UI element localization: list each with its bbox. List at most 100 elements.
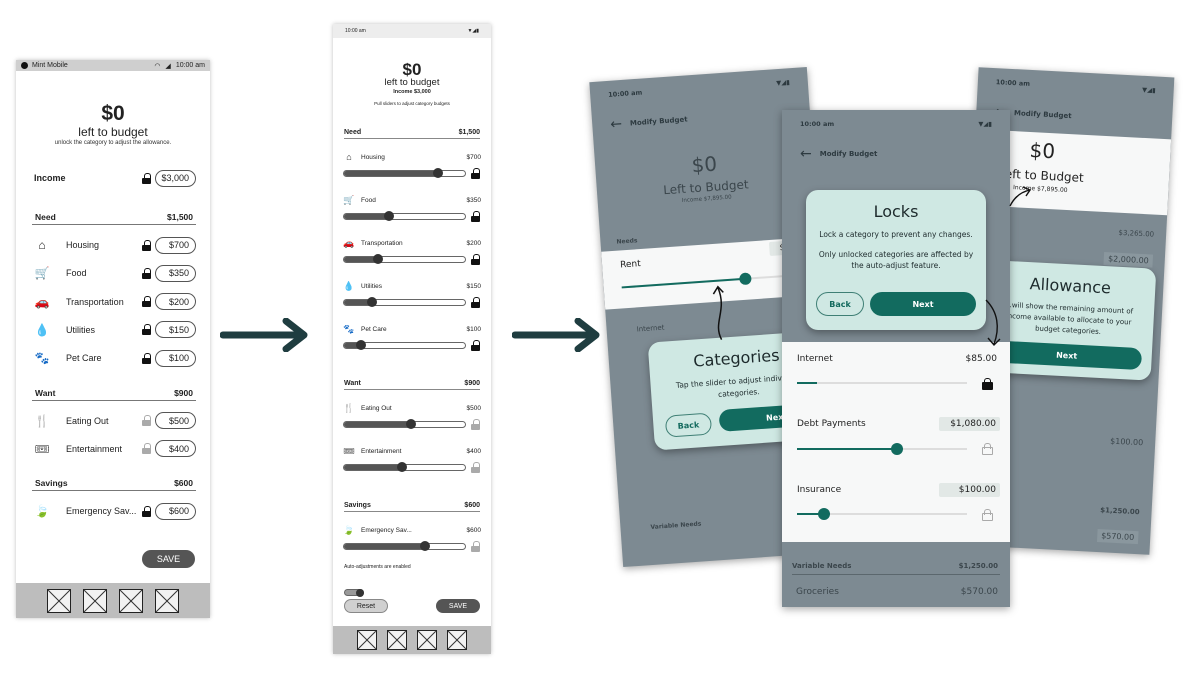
slider-knob[interactable] <box>420 541 431 551</box>
rent-slider-knob[interactable] <box>739 272 752 286</box>
category-slider[interactable] <box>343 211 466 221</box>
category-slider[interactable] <box>343 254 466 264</box>
tooltip-back-button[interactable]: Back <box>664 412 713 438</box>
lock-icon-locked[interactable] <box>471 210 480 222</box>
income-input[interactable]: $3,000 <box>155 169 196 187</box>
tooltip-next-button[interactable]: Next <box>870 292 976 316</box>
debt-payments-slider[interactable] <box>797 443 967 455</box>
lock-icon-unlocked[interactable] <box>471 418 480 430</box>
tooltip-back-button[interactable]: Back <box>816 292 864 316</box>
category-amount-input[interactable]: $600 <box>155 502 196 520</box>
lock-icon-locked[interactable] <box>142 324 151 336</box>
car-icon: 🚗 <box>343 237 355 248</box>
category-amount-input[interactable]: $200 <box>155 293 196 311</box>
slider-knob[interactable] <box>397 462 408 472</box>
category-slider[interactable] <box>343 462 466 472</box>
category-row: 🛒 Food $350 <box>343 194 481 206</box>
tooltip-body-2: Only unlocked categories are affected by… <box>818 249 974 271</box>
water-drop-icon: 💧 <box>34 322 50 337</box>
nav-item-1-image-placeholder-icon[interactable] <box>357 630 377 650</box>
lock-icon-locked[interactable] <box>142 352 151 364</box>
lock-icon-locked[interactable] <box>142 239 151 251</box>
debt-payments-slider-fill <box>797 448 898 450</box>
nav-item-2-image-placeholder-icon[interactable] <box>83 588 107 613</box>
category-amount-input[interactable]: $700 <box>155 236 196 254</box>
slider-knob[interactable] <box>372 254 383 264</box>
section-total: $600 <box>464 502 480 509</box>
category-label: Entertainment <box>361 447 402 455</box>
status-icons: ▼◢▮ <box>1141 85 1156 95</box>
tooltip-title: Allowance <box>1029 274 1112 298</box>
wireframe-screen-lowfi: Mint Mobile ◠ ◢ 10:00 am $0 left to budget… <box>16 60 210 618</box>
lock-icon-unlocked[interactable] <box>142 443 151 455</box>
nav-item-4-image-placeholder-icon[interactable] <box>155 588 179 613</box>
nav-item-1-image-placeholder-icon[interactable] <box>47 588 71 613</box>
category-slider[interactable] <box>343 541 466 551</box>
bottom-nav <box>16 583 210 618</box>
category-amount-input[interactable]: $150 <box>155 321 196 339</box>
tooltip-next-button[interactable]: Next <box>991 340 1143 371</box>
lock-icon-locked[interactable] <box>471 253 480 265</box>
lock-icon-locked[interactable] <box>142 267 151 279</box>
lock-icon-locked[interactable] <box>471 167 480 179</box>
back-arrow-icon[interactable]: ← <box>610 116 623 133</box>
insurance-slider[interactable] <box>797 508 967 520</box>
lock-icon-locked[interactable] <box>471 339 480 351</box>
category-row: 💧 Utilities $150 <box>343 280 481 292</box>
slider-knob[interactable] <box>355 340 366 350</box>
category-amount: $500 <box>466 404 481 412</box>
category-amount: $400 <box>466 447 481 455</box>
category-slider-row <box>343 540 481 552</box>
category-slider[interactable] <box>343 340 466 350</box>
lock-icon-locked[interactable] <box>471 296 480 308</box>
debt-payments-slider-knob[interactable] <box>891 443 904 455</box>
reset-button[interactable]: Reset <box>344 599 388 613</box>
slider-knob[interactable] <box>366 297 377 307</box>
income-row: Income $3,000 <box>34 169 196 187</box>
insurance-amount-input[interactable]: $100.00 <box>939 483 1000 497</box>
lock-icon-unlocked[interactable] <box>471 461 480 473</box>
category-amount-input[interactable]: $100 <box>155 349 196 367</box>
debt-payments-lock-icon-unlocked[interactable] <box>982 443 993 455</box>
hint-text: Pull sliders to adjust category budgets <box>374 101 450 106</box>
lock-icon-locked[interactable] <box>142 296 151 308</box>
status-bar: 10:00 am ▼◢▮ <box>608 78 790 99</box>
category-slider-row <box>343 167 481 179</box>
slider-knob[interactable] <box>383 211 394 221</box>
category-label: Food <box>66 268 87 279</box>
section-total: $900 <box>174 387 193 398</box>
save-button[interactable]: SAVE <box>142 550 195 568</box>
category-slider[interactable] <box>343 297 466 307</box>
category-row: 🍴 Eating Out $500 <box>343 402 481 414</box>
internet-slider[interactable] <box>797 382 967 384</box>
slider-knob[interactable] <box>405 419 416 429</box>
signal-icon: ◢ <box>165 62 171 70</box>
category-label: Entertainment <box>66 443 123 454</box>
nav-item-3-image-placeholder-icon[interactable] <box>119 588 143 613</box>
category-row: 🚗 Transportation $200 <box>34 293 196 311</box>
back-arrow-icon[interactable]: ← <box>800 146 812 162</box>
slider-knob[interactable] <box>433 168 444 178</box>
category-amount-input[interactable]: $400 <box>155 440 196 458</box>
lock-icon[interactable] <box>142 172 151 184</box>
flow-arrow-icon <box>512 318 600 352</box>
save-button[interactable]: SAVE <box>436 599 480 613</box>
nav-item-4-image-placeholder-icon[interactable] <box>447 630 467 650</box>
slider-fill <box>344 543 426 549</box>
category-amount-input[interactable]: $350 <box>155 264 196 282</box>
lock-icon-unlocked[interactable] <box>471 540 480 552</box>
insurance-slider-knob[interactable] <box>818 508 831 520</box>
nav-item-3-image-placeholder-icon[interactable] <box>417 630 437 650</box>
lock-icon-locked[interactable] <box>142 505 151 517</box>
hint-text: unlock the category to adjust the allowa… <box>54 140 172 146</box>
lock-icon-unlocked[interactable] <box>142 415 151 426</box>
nav-item-2-image-placeholder-icon[interactable] <box>387 630 407 650</box>
internet-lock-icon-locked[interactable] <box>982 378 993 390</box>
category-slider[interactable] <box>343 419 466 429</box>
category-slider[interactable] <box>343 168 466 178</box>
insurance-lock-icon-unlocked[interactable] <box>982 509 993 521</box>
auto-adjust-toggle[interactable] <box>344 588 364 597</box>
section-total: $1,500 <box>167 212 193 222</box>
category-amount-input[interactable]: $500 <box>155 412 196 429</box>
debt-payments-amount-input[interactable]: $1,080.00 <box>939 417 1000 431</box>
